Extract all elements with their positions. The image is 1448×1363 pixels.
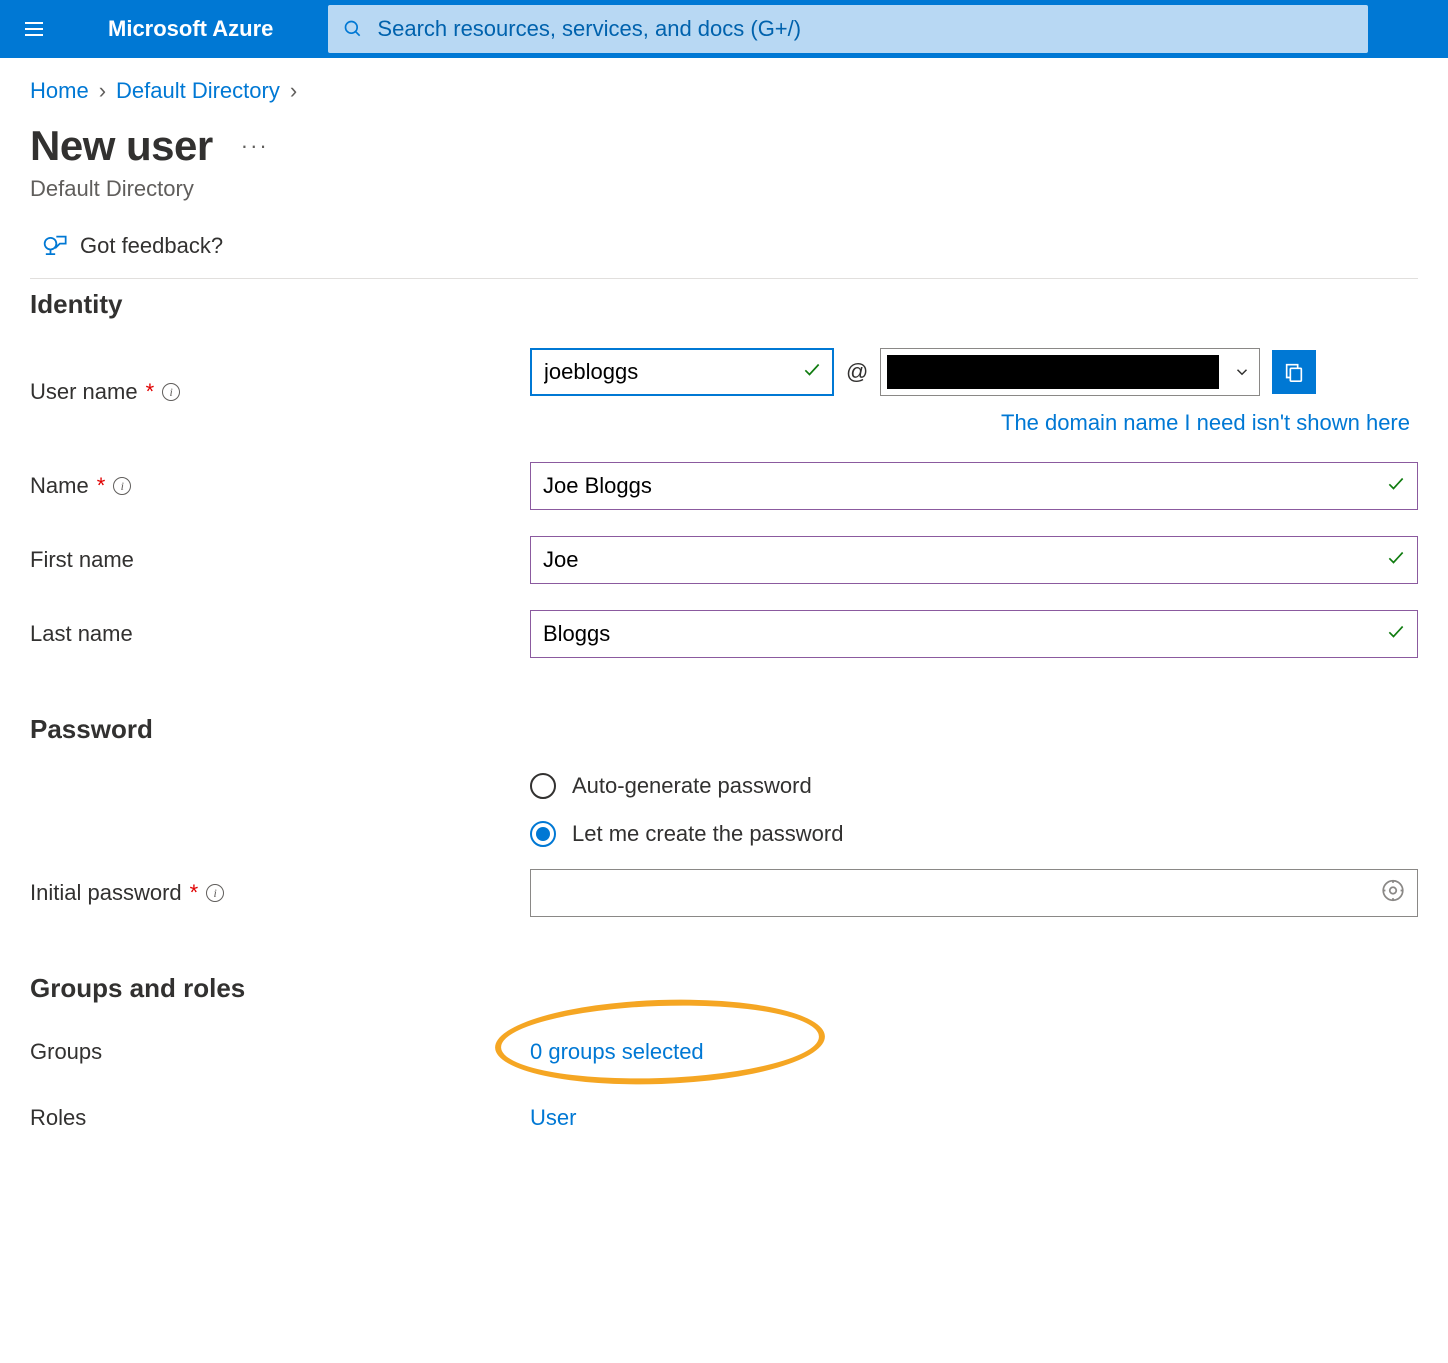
breadcrumb-directory[interactable]: Default Directory [116, 78, 280, 104]
name-label: Name [30, 473, 89, 499]
lastname-label: Last name [30, 621, 133, 647]
required-indicator: * [97, 473, 106, 499]
search-input[interactable] [377, 16, 1353, 42]
username-input[interactable] [530, 348, 834, 396]
page-subtitle: Default Directory [30, 176, 1418, 202]
required-indicator: * [190, 880, 199, 906]
domain-dropdown[interactable] [880, 348, 1260, 396]
radio-icon-selected [530, 821, 556, 847]
roles-link[interactable]: User [530, 1105, 1418, 1131]
top-bar: Microsoft Azure [0, 0, 1448, 58]
at-symbol: @ [846, 359, 868, 385]
more-actions-button[interactable]: ··· [241, 133, 269, 159]
page-content: Home › Default Directory › New user ··· … [0, 58, 1448, 1168]
copy-icon [1283, 361, 1305, 383]
section-identity: Identity [30, 289, 1418, 320]
chevron-right-icon: › [290, 78, 297, 104]
initial-password-label: Initial password [30, 880, 182, 906]
checkmark-icon [802, 360, 822, 385]
domain-redacted [887, 355, 1219, 389]
name-input[interactable] [530, 462, 1418, 510]
copy-button[interactable] [1272, 350, 1316, 394]
section-groups-roles: Groups and roles [30, 973, 1418, 1004]
info-icon[interactable]: i [162, 383, 180, 401]
radio-auto-password[interactable]: Auto-generate password [530, 773, 1418, 799]
radio-manual-password-label: Let me create the password [572, 821, 843, 847]
firstname-label: First name [30, 547, 134, 573]
radio-manual-password[interactable]: Let me create the password [530, 821, 1418, 847]
section-password: Password [30, 714, 1418, 745]
global-search[interactable] [328, 5, 1368, 53]
feedback-label: Got feedback? [80, 233, 223, 259]
lastname-input[interactable] [530, 610, 1418, 658]
divider [30, 278, 1418, 279]
info-icon[interactable]: i [113, 477, 131, 495]
breadcrumb: Home › Default Directory › [30, 78, 1418, 104]
show-password-icon[interactable] [1380, 878, 1406, 909]
hamburger-menu-button[interactable] [10, 5, 58, 53]
required-indicator: * [146, 379, 155, 405]
initial-password-input[interactable] [530, 869, 1418, 917]
checkmark-icon [1386, 548, 1406, 573]
groups-label: Groups [30, 1039, 102, 1065]
checkmark-icon [1386, 474, 1406, 499]
info-icon[interactable]: i [206, 884, 224, 902]
username-label: User name [30, 379, 138, 405]
breadcrumb-home[interactable]: Home [30, 78, 89, 104]
roles-label: Roles [30, 1105, 86, 1131]
page-title: New user [30, 122, 213, 170]
feedback-button[interactable]: Got feedback? [26, 224, 237, 268]
groups-selected-link[interactable]: 0 groups selected [530, 1039, 1418, 1065]
feedback-icon [40, 232, 68, 260]
brand-label[interactable]: Microsoft Azure [108, 16, 273, 42]
chevron-down-icon [1225, 363, 1259, 381]
firstname-input[interactable] [530, 536, 1418, 584]
search-icon [343, 19, 363, 39]
radio-icon [530, 773, 556, 799]
domain-not-shown-link[interactable]: The domain name I need isn't shown here [1001, 410, 1410, 436]
radio-auto-password-label: Auto-generate password [572, 773, 812, 799]
chevron-right-icon: › [99, 78, 106, 104]
checkmark-icon [1386, 622, 1406, 647]
